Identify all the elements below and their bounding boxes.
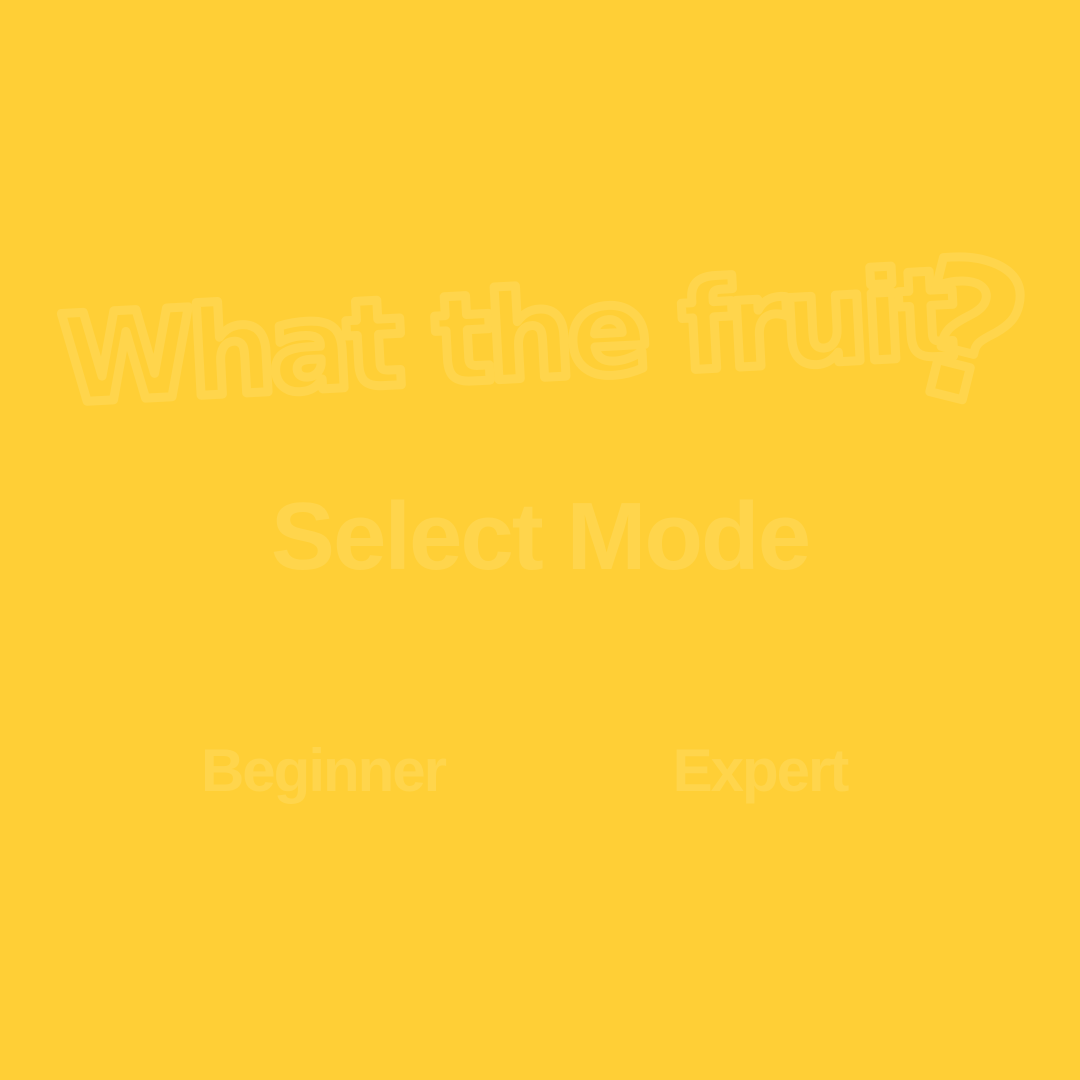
- game-logo-title: What the fruit: [57, 243, 958, 425]
- game-logo-graphic: What the fruit ?: [52, 225, 1040, 425]
- game-logo: What the fruit ?: [40, 225, 1040, 425]
- mode-select-screen: What the fruit ? Select Mode Beginner Ex…: [0, 0, 1080, 1080]
- beginner-mode-button[interactable]: Beginner: [183, 726, 463, 816]
- expert-mode-button[interactable]: Expert: [650, 726, 870, 816]
- select-mode-heading: Select Mode: [270, 483, 811, 590]
